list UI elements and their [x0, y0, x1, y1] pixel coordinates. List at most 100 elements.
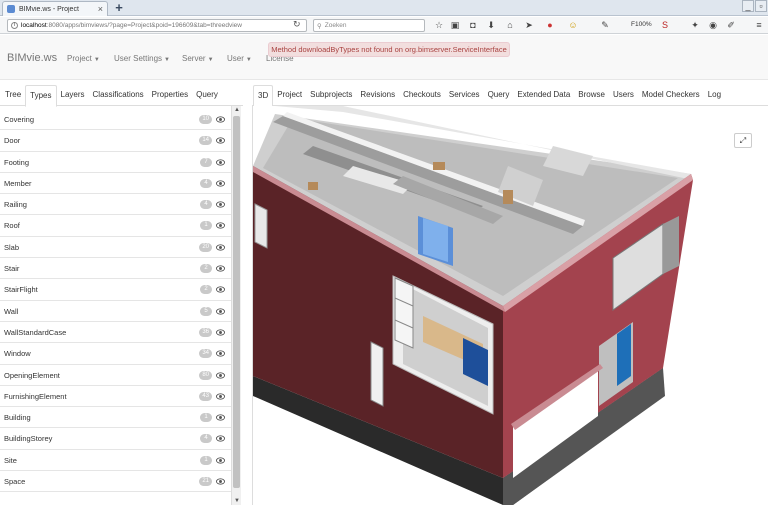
eye-icon[interactable] — [216, 349, 225, 358]
type-row[interactable]: Member 4 — [0, 173, 231, 195]
close-tab-icon[interactable]: × — [98, 4, 103, 14]
eye-icon[interactable] — [216, 456, 225, 465]
tab-3d[interactable]: 3D — [253, 85, 274, 107]
eye-icon[interactable] — [216, 264, 225, 273]
eye-icon[interactable] — [216, 243, 225, 252]
eye-icon[interactable] — [216, 328, 225, 337]
browser-nav-bar: i localhost:8080/apps/bimviews/?page=Pro… — [0, 17, 768, 34]
menu-server-label: Server — [182, 54, 206, 63]
type-count-badge: 43 — [199, 391, 212, 401]
tab-log[interactable]: Log — [704, 85, 725, 106]
eye-icon[interactable] — [216, 307, 225, 316]
tab-types[interactable]: Types — [25, 85, 57, 107]
tab-users[interactable]: Users — [609, 85, 638, 106]
eye-icon[interactable] — [216, 434, 225, 443]
reload-icon[interactable]: ↻ — [293, 19, 301, 30]
send-icon[interactable]: ➤ — [524, 20, 534, 30]
tab-browse[interactable]: Browse — [574, 85, 609, 106]
clipboard-icon[interactable]: ▣ — [450, 20, 460, 30]
menu-server[interactable]: Server ▼ — [182, 54, 214, 63]
tab-model-checkers[interactable]: Model Checkers — [638, 85, 704, 106]
download-icon[interactable]: ⬇ — [486, 20, 496, 30]
type-row[interactable]: Site 1 — [0, 450, 231, 472]
scroll-down-icon[interactable]: ▼ — [233, 497, 241, 505]
type-row[interactable]: Covering 10 — [0, 109, 231, 131]
eye-icon[interactable] — [216, 413, 225, 422]
adblock-icon[interactable]: ● — [545, 20, 555, 30]
menu-user-settings[interactable]: User Settings ▼ — [114, 54, 170, 63]
bookmark-star-icon[interactable]: ☆ — [434, 20, 444, 30]
type-row[interactable]: Space 21 — [0, 471, 231, 493]
type-row[interactable]: Window 34 — [0, 343, 231, 365]
tab-extended-data[interactable]: Extended Data — [513, 85, 574, 106]
tool-icon[interactable]: ✐ — [726, 20, 736, 30]
chat-icon[interactable]: ◉ — [708, 20, 718, 30]
eye-icon[interactable] — [216, 477, 225, 486]
addon-icon[interactable]: ✦ — [690, 20, 700, 30]
type-row[interactable]: OpeningElement 80 — [0, 365, 231, 386]
type-row[interactable]: Building 1 — [0, 407, 231, 429]
type-row[interactable]: Stair 2 — [0, 258, 231, 280]
minimize-icon[interactable]: _ — [742, 0, 754, 12]
type-row[interactable]: StairFlight 2 — [0, 279, 231, 301]
type-row[interactable]: BuildingStorey 4 — [0, 428, 231, 450]
type-count-badge: 34 — [199, 349, 212, 359]
search-input[interactable]: ⚲ Zoeken — [313, 19, 425, 32]
type-name: Site — [4, 455, 17, 465]
eye-icon[interactable] — [216, 115, 225, 124]
scroll-thumb[interactable] — [233, 116, 240, 488]
tab-checkouts[interactable]: Checkouts — [399, 85, 445, 106]
expand-icon[interactable]: ⤢ — [734, 133, 752, 148]
tab-layers[interactable]: Layers — [57, 85, 89, 106]
type-row[interactable]: Wall 5 — [0, 301, 231, 322]
type-row[interactable]: Door 14 — [0, 130, 231, 152]
type-name: Window — [4, 349, 31, 359]
tab-tree[interactable]: Tree — [1, 85, 25, 106]
tab-project[interactable]: Project — [273, 85, 306, 106]
tab-revisions[interactable]: Revisions — [356, 85, 399, 106]
type-row[interactable]: Footing 7 — [0, 152, 231, 173]
tab-properties[interactable]: Properties — [148, 85, 192, 106]
3d-viewer[interactable]: ⤢ — [252, 106, 768, 505]
menu-project[interactable]: Project ▼ — [67, 54, 100, 63]
maximize-icon[interactable]: ▫ — [755, 0, 767, 12]
type-row[interactable]: Roof 1 — [0, 215, 231, 237]
type-count-badge: 2 — [200, 285, 212, 295]
eye-icon[interactable] — [216, 392, 225, 401]
type-row[interactable]: Railing 4 — [0, 194, 231, 216]
extension-icon[interactable]: ☺ — [568, 20, 578, 30]
tab-subprojects[interactable]: Subprojects — [306, 85, 356, 106]
menu-icon[interactable]: ≡ — [754, 20, 764, 30]
right-panel: 3D Project Subprojects Revisions Checkouts Se… — [252, 85, 768, 505]
eye-icon[interactable] — [216, 371, 225, 380]
eye-icon[interactable] — [216, 179, 225, 188]
s-extension-icon[interactable]: S — [660, 20, 670, 30]
address-bar[interactable]: i localhost:8080/apps/bimviews/?page=Pro… — [7, 19, 307, 32]
tab-classifications[interactable]: Classifications — [89, 85, 148, 106]
type-name: Door — [4, 136, 21, 146]
eye-icon[interactable] — [216, 158, 225, 167]
type-row[interactable]: FurnishingElement 43 — [0, 386, 231, 408]
eye-icon[interactable] — [216, 200, 225, 209]
tab-query[interactable]: Query — [484, 85, 514, 106]
building-model[interactable] — [253, 106, 768, 505]
menu-user[interactable]: User ▼ — [227, 54, 252, 63]
home-icon[interactable]: ⌂ — [505, 20, 515, 30]
tab-query[interactable]: Query — [192, 85, 222, 106]
type-row[interactable]: WallStandardCase 36 — [0, 322, 231, 344]
browser-tab[interactable]: BIMvie.ws - Project × — [2, 1, 108, 16]
info-icon[interactable]: i — [11, 22, 18, 29]
eye-icon[interactable] — [216, 136, 225, 145]
new-tab-icon[interactable]: + — [112, 1, 126, 15]
pen-icon[interactable]: ✎ — [600, 20, 610, 30]
pocket-icon[interactable]: ◘ — [468, 20, 478, 30]
tab-services[interactable]: Services — [445, 85, 484, 106]
eye-icon[interactable] — [216, 285, 225, 294]
brand-logo[interactable]: BIMvie.ws — [7, 52, 57, 64]
type-row[interactable]: Slab 20 — [0, 237, 231, 259]
zoom-level[interactable]: F100% — [631, 21, 652, 28]
scroll-up-icon[interactable]: ▲ — [233, 106, 241, 114]
types-scrollbar[interactable]: ▲ ▼ — [231, 106, 241, 505]
eye-icon[interactable] — [216, 221, 225, 230]
type-name: Railing — [4, 200, 27, 210]
